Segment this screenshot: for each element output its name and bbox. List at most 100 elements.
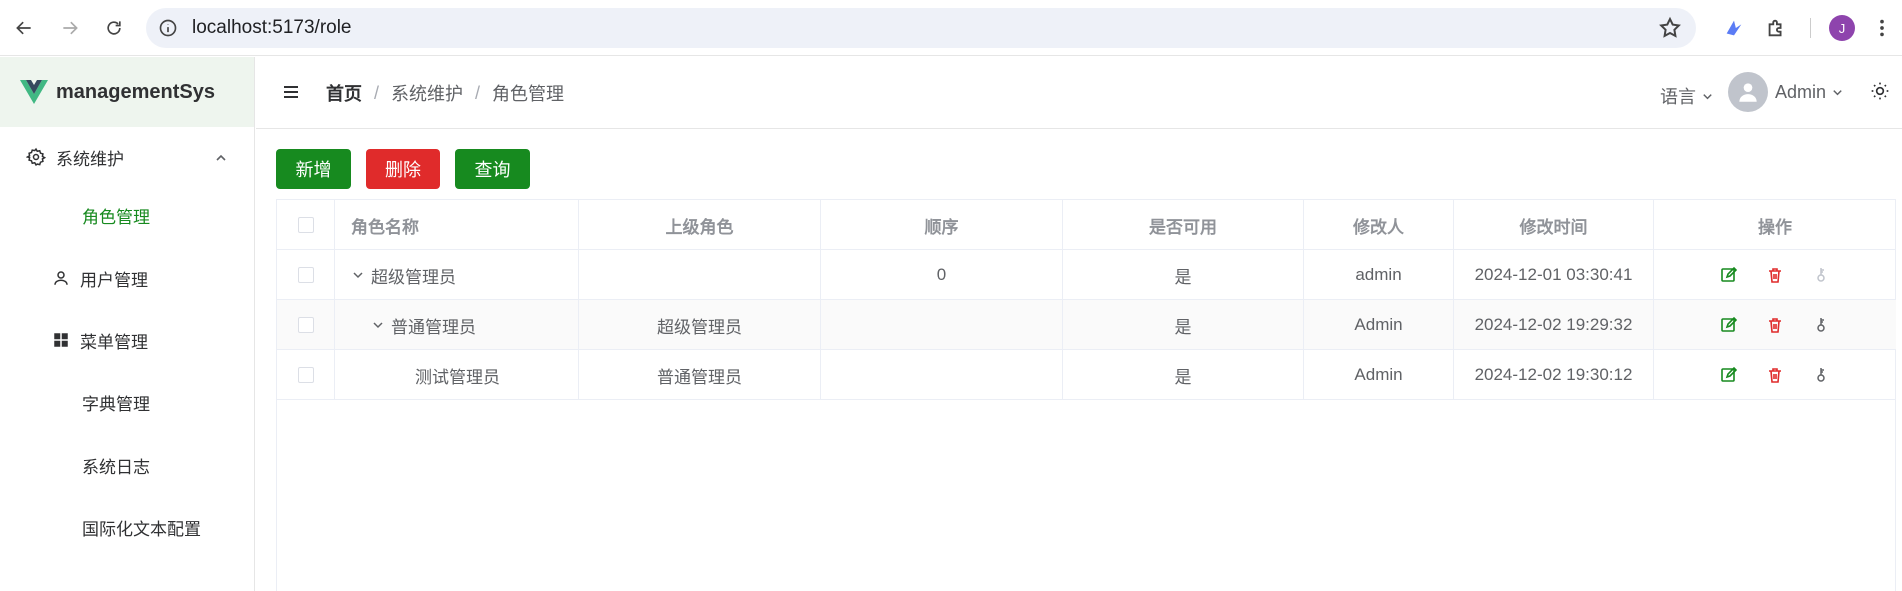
sidebar-item-label: 菜单管理 <box>80 332 148 352</box>
puzzle-icon[interactable] <box>1762 14 1790 42</box>
site-info-icon[interactable] <box>158 18 178 38</box>
language-label: 语言 <box>1660 87 1696 107</box>
forward-icon[interactable] <box>56 14 84 42</box>
edit-icon[interactable] <box>1720 366 1738 384</box>
modified-time-cell: 2024-12-02 19:30:12 <box>1454 350 1654 400</box>
order-cell: 0 <box>821 250 1063 300</box>
breadcrumb-separator: / <box>374 82 380 103</box>
delete-button[interactable]: 删除 <box>366 149 440 189</box>
sidebar-item-log[interactable]: 系统日志 <box>0 437 254 493</box>
breadcrumb-separator: / <box>475 82 481 103</box>
breadcrumb-level1: 系统维护 <box>391 84 464 104</box>
column-header-enabled: 是否可用 <box>1063 200 1304 250</box>
name-cell: 超级管理员 <box>335 250 579 300</box>
key-icon[interactable] <box>1812 366 1830 384</box>
extension-icon[interactable] <box>1720 14 1748 42</box>
modifier-cell: Admin <box>1304 300 1454 350</box>
bookmark-star-icon[interactable] <box>1658 16 1682 40</box>
parent-cell: 超级管理员 <box>579 300 821 350</box>
column-header-order: 顺序 <box>821 200 1063 250</box>
edit-icon[interactable] <box>1720 266 1738 284</box>
vue-logo-icon <box>20 80 48 104</box>
modified-time-cell: 2024-12-01 03:30:41 <box>1454 250 1654 300</box>
user-silhouette-icon <box>1739 83 1757 102</box>
menu-group-system[interactable]: 系统维护 <box>0 129 254 185</box>
sidebar-item-user[interactable]: 用户管理 <box>0 250 254 306</box>
column-header-modifier: 修改人 <box>1304 200 1454 250</box>
grid-icon <box>54 333 68 347</box>
theme-toggle-icon[interactable] <box>1870 81 1890 101</box>
query-button[interactable]: 查询 <box>455 149 530 189</box>
sidebar-item-i18n[interactable]: 国际化文本配置 <box>0 499 254 555</box>
address-bar[interactable]: localhost:5173/role <box>146 8 1696 48</box>
app-name: managementSys <box>56 80 215 103</box>
user-name: Admin <box>1775 81 1827 102</box>
enabled-cell: 是 <box>1063 250 1304 300</box>
browser-toolbar: localhost:5173/role J <box>0 0 1902 56</box>
reload-icon[interactable] <box>100 14 128 42</box>
expand-caret-icon[interactable] <box>351 268 365 282</box>
breadcrumb-current: 角色管理 <box>492 84 565 104</box>
sidebar-item-dictionary[interactable]: 字典管理 <box>0 374 254 430</box>
toolbar-divider <box>1810 18 1811 38</box>
sidebar-item-label: 角色管理 <box>82 207 150 227</box>
edit-icon[interactable] <box>1720 316 1738 334</box>
name-cell: 普通管理员 <box>335 300 579 350</box>
more-menu-icon[interactable] <box>1868 14 1896 42</box>
url-text[interactable]: localhost:5173/role <box>192 17 352 39</box>
sidebar-item-menu[interactable]: 菜单管理 <box>0 312 254 368</box>
select-all-cell <box>277 200 335 250</box>
enabled-cell: 是 <box>1063 350 1304 400</box>
column-header-modified-time: 修改时间 <box>1454 200 1654 250</box>
menu-group-label: 系统维护 <box>56 149 124 169</box>
select-all-checkbox[interactable] <box>297 217 314 233</box>
table-header-row: 角色名称 上级角色 顺序 是否可用 修改人 修改时间 操作 <box>277 200 1896 250</box>
add-button[interactable]: 新增 <box>276 149 351 189</box>
chevron-down-icon <box>1703 93 1712 99</box>
key-icon[interactable] <box>1812 316 1830 334</box>
sidebar-item-role[interactable]: 角色管理 <box>0 187 254 243</box>
row-checkbox[interactable] <box>297 367 314 383</box>
modifier-cell: admin <box>1304 250 1454 300</box>
row-select-cell <box>277 250 335 300</box>
row-select-cell <box>277 350 335 400</box>
parent-cell: 普通管理员 <box>579 350 821 400</box>
row-checkbox[interactable] <box>297 267 314 283</box>
logo[interactable]: managementSys <box>0 57 254 127</box>
table-row: 普通管理员 超级管理员 是 Admin 2024-12-02 19:29:32 <box>277 300 1896 350</box>
user-dropdown[interactable]: Admin <box>1728 72 1844 112</box>
chevron-down-icon <box>1833 89 1842 95</box>
breadcrumb-home[interactable]: 首页 <box>326 80 362 106</box>
breadcrumb: 首页 / 系统维护 / 角色管理 <box>326 80 564 106</box>
column-header-actions: 操作 <box>1758 217 1792 237</box>
sidebar-item-label: 国际化文本配置 <box>82 519 201 539</box>
row-checkbox[interactable] <box>297 317 314 333</box>
delete-icon[interactable] <box>1766 366 1784 384</box>
role-table: 角色名称 上级角色 顺序 是否可用 修改人 修改时间 操作 超级管理员 0 是 … <box>276 199 1896 591</box>
sidebar-item-label: 字典管理 <box>82 394 150 414</box>
actions-cell <box>1654 250 1896 300</box>
column-header-name: 角色名称 <box>335 200 579 250</box>
table-row: 超级管理员 0 是 admin 2024-12-01 03:30:41 <box>277 250 1896 300</box>
actions-cell <box>1654 350 1896 400</box>
table-row: 测试管理员 普通管理员 是 Admin 2024-12-02 19:30:12 <box>277 350 1896 400</box>
column-header-parent: 上级角色 <box>579 200 821 250</box>
app-header: 首页 / 系统维护 / 角色管理 语言 Admin <box>256 57 1902 129</box>
sidebar-item-label: 用户管理 <box>80 270 148 290</box>
language-dropdown[interactable]: 语言 <box>1660 83 1714 109</box>
sidebar-item-label: 系统日志 <box>82 457 150 477</box>
delete-icon[interactable] <box>1766 316 1784 334</box>
back-icon[interactable] <box>10 14 38 42</box>
delete-icon[interactable] <box>1766 266 1784 284</box>
parent-cell <box>579 250 821 300</box>
chevron-up-icon <box>216 154 226 161</box>
menu-toggle-icon[interactable] <box>282 83 300 101</box>
modified-time-cell: 2024-12-02 19:29:32 <box>1454 300 1654 350</box>
sidebar: managementSys 系统维护 角色管理 用户管理 菜单管理 字典管理 系… <box>0 57 255 591</box>
key-icon <box>1817 268 1825 282</box>
gear-icon <box>26 147 46 166</box>
expand-caret-icon[interactable] <box>371 318 385 332</box>
modifier-cell: Admin <box>1304 350 1454 400</box>
name-cell: 测试管理员 <box>335 350 579 400</box>
profile-avatar[interactable]: J <box>1829 15 1855 41</box>
